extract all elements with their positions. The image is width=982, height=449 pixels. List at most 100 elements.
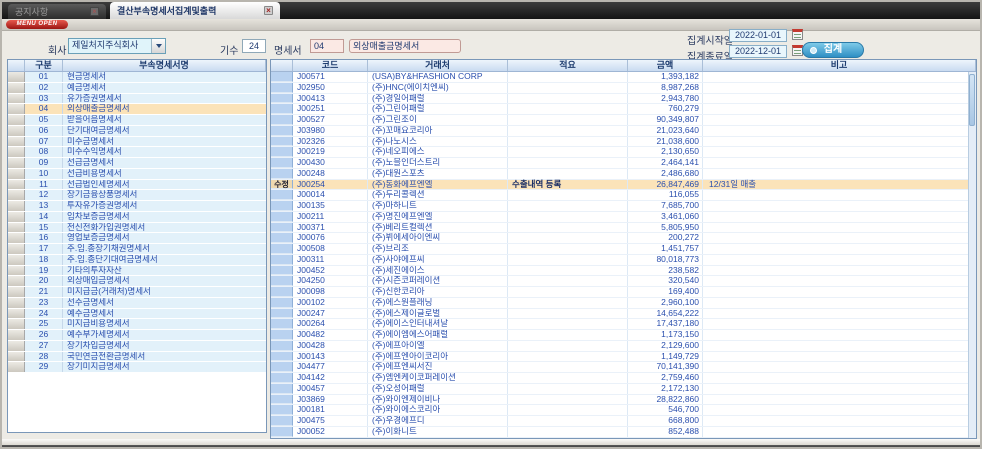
row-selector[interactable] [271, 201, 293, 211]
statement-row[interactable]: 27장기차입금명세서 [8, 341, 266, 352]
client-row[interactable]: J00428(주)에프아이엘2,129,600 [271, 341, 968, 352]
client-row[interactable]: J00527(주)그린조이90,349,807 [271, 115, 968, 126]
row-selector[interactable] [8, 341, 25, 351]
client-row[interactable]: J00430(주)노블인더스트리2,464,141 [271, 158, 968, 169]
row-selector[interactable] [271, 158, 293, 168]
row-selector[interactable] [271, 83, 293, 93]
row-selector[interactable] [271, 373, 293, 383]
client-row[interactable]: J00371(주)베리트컬렉션5,805,950 [271, 223, 968, 234]
client-row[interactable]: J00413(주)경일어패럴2,943,780 [271, 94, 968, 105]
client-row[interactable]: J00508(주)브리조1,451,757 [271, 244, 968, 255]
scrollbar-thumb[interactable] [969, 74, 975, 126]
row-selector[interactable] [271, 104, 293, 114]
row-selector[interactable] [271, 395, 293, 405]
client-row[interactable]: J00247(주)에스제이글로벌14,654,222 [271, 309, 968, 320]
row-selector[interactable] [271, 298, 293, 308]
menu-open-badge[interactable]: MENU OPEN [6, 20, 68, 29]
row-selector[interactable] [271, 319, 293, 329]
row-selector[interactable] [8, 83, 25, 93]
client-row[interactable]: 수정J00254(주)동화에프엔엘수출내역 등록26,847,46912/31일… [271, 180, 968, 191]
row-selector[interactable] [271, 416, 293, 426]
row-selector[interactable] [8, 212, 25, 222]
client-row[interactable]: J00181(주)와이에스코리아546,700 [271, 405, 968, 416]
row-selector[interactable] [271, 352, 293, 362]
row-selector[interactable] [8, 298, 25, 308]
row-selector[interactable] [8, 309, 25, 319]
statement-row[interactable]: 14임차보증금명세서 [8, 212, 266, 223]
client-row[interactable]: J00219(주)네오피에스2,130,650 [271, 147, 968, 158]
client-row[interactable]: J03980(주)꼬매요코리아21,023,640 [271, 126, 968, 137]
client-row[interactable]: J04142(주)엠엔케이코퍼레이션2,759,460 [271, 373, 968, 384]
statement-row[interactable]: 02예금명세서 [8, 83, 266, 94]
aggregate-button[interactable]: 집계 [802, 42, 864, 58]
row-selector[interactable] [271, 341, 293, 351]
client-row[interactable]: J00251(주)그린어패럴760,279 [271, 104, 968, 115]
row-selector[interactable] [8, 158, 25, 168]
row-selector[interactable] [8, 147, 25, 157]
row-selector[interactable] [271, 190, 293, 200]
statement-row[interactable]: 29장기미지급명세서 [8, 362, 266, 373]
row-selector[interactable] [271, 244, 293, 254]
client-row[interactable]: J02326(주)나노시스21,038,600 [271, 137, 968, 148]
start-date-input[interactable]: 2022-01-01 [729, 29, 787, 42]
row-selector[interactable] [8, 180, 25, 190]
row-selector[interactable] [8, 287, 25, 297]
row-selector[interactable] [271, 309, 293, 319]
row-selector[interactable] [271, 276, 293, 286]
client-row[interactable]: J00457(주)오성어패럴2,172,130 [271, 384, 968, 395]
row-selector[interactable] [271, 266, 293, 276]
row-selector[interactable] [271, 362, 293, 372]
row-selector[interactable] [271, 115, 293, 125]
chevron-down-icon[interactable] [151, 39, 165, 53]
close-icon[interactable]: × [90, 7, 99, 16]
tab-notice[interactable]: 공지사항 × [8, 4, 106, 19]
client-row[interactable]: J03869(주)와이엔제이비나28,822,860 [271, 395, 968, 406]
row-selector[interactable] [271, 147, 293, 157]
tab-statement-report[interactable]: 결산부속명세서집계및출력 × [110, 2, 280, 19]
row-selector[interactable] [8, 201, 25, 211]
client-row[interactable]: J00482(주)에이엠에스어패럴1,173,150 [271, 330, 968, 341]
row-selector[interactable] [271, 233, 293, 243]
row-selector[interactable] [8, 94, 25, 104]
sheet-code-input[interactable]: 04 [310, 39, 344, 53]
row-selector[interactable] [271, 384, 293, 394]
client-row[interactable]: J04250(주)시즌코퍼레이션320,540 [271, 276, 968, 287]
row-selector[interactable] [271, 72, 293, 82]
close-icon[interactable]: × [264, 6, 273, 15]
client-row[interactable]: J00571(USA)BY&HFASHION CORP1,393,182 [271, 72, 968, 83]
end-date-input[interactable]: 2022-12-01 [729, 45, 787, 58]
company-select[interactable]: 제일처지주식회사 [68, 38, 166, 54]
sheet-name-field[interactable]: 외상매출금명세서 [349, 39, 461, 53]
row-selector[interactable] [8, 319, 25, 329]
client-row[interactable]: J00311(주)사야에프씨80,018,773 [271, 255, 968, 266]
client-row[interactable]: J00135(주)마하니트7,685,700 [271, 201, 968, 212]
client-row[interactable]: J00052(주)이화니트852,488 [271, 427, 968, 438]
client-row[interactable]: J00248(주)대원스포츠2,486,680 [271, 169, 968, 180]
statement-row[interactable]: 06단기대여금명세서 [8, 126, 266, 137]
row-selector[interactable] [271, 223, 293, 233]
row-selector[interactable] [8, 244, 25, 254]
row-selector[interactable] [271, 137, 293, 147]
client-row[interactable]: J00264(주)에이스인터내셔날17,437,180 [271, 319, 968, 330]
client-row[interactable]: J02950(주)HNC(에이치엔씨)8,987,268 [271, 83, 968, 94]
row-selector[interactable] [271, 287, 293, 297]
client-row[interactable]: J00102(주)에스원플래닝2,960,100 [271, 298, 968, 309]
row-selector[interactable] [271, 212, 293, 222]
row-selector[interactable] [8, 233, 25, 243]
row-selector[interactable] [8, 126, 25, 136]
client-row[interactable]: J00098(주)신한코리아169,400 [271, 287, 968, 298]
row-selector[interactable] [8, 115, 25, 125]
client-row[interactable]: J04477(주)에프엔씨서진70,141,390 [271, 362, 968, 373]
row-selector[interactable] [271, 126, 293, 136]
row-selector[interactable] [8, 223, 25, 233]
statement-row[interactable]: 18주.임.종단기대여금명세서 [8, 255, 266, 266]
statement-row[interactable]: 10선급비용명세서 [8, 169, 266, 180]
row-selector[interactable] [271, 330, 293, 340]
vertical-scrollbar[interactable] [968, 72, 976, 438]
row-selector[interactable]: 수정 [271, 180, 293, 190]
row-selector[interactable] [8, 352, 25, 362]
row-selector[interactable] [8, 255, 25, 265]
row-selector[interactable] [8, 276, 25, 286]
row-selector[interactable] [8, 137, 25, 147]
row-selector[interactable] [271, 255, 293, 265]
